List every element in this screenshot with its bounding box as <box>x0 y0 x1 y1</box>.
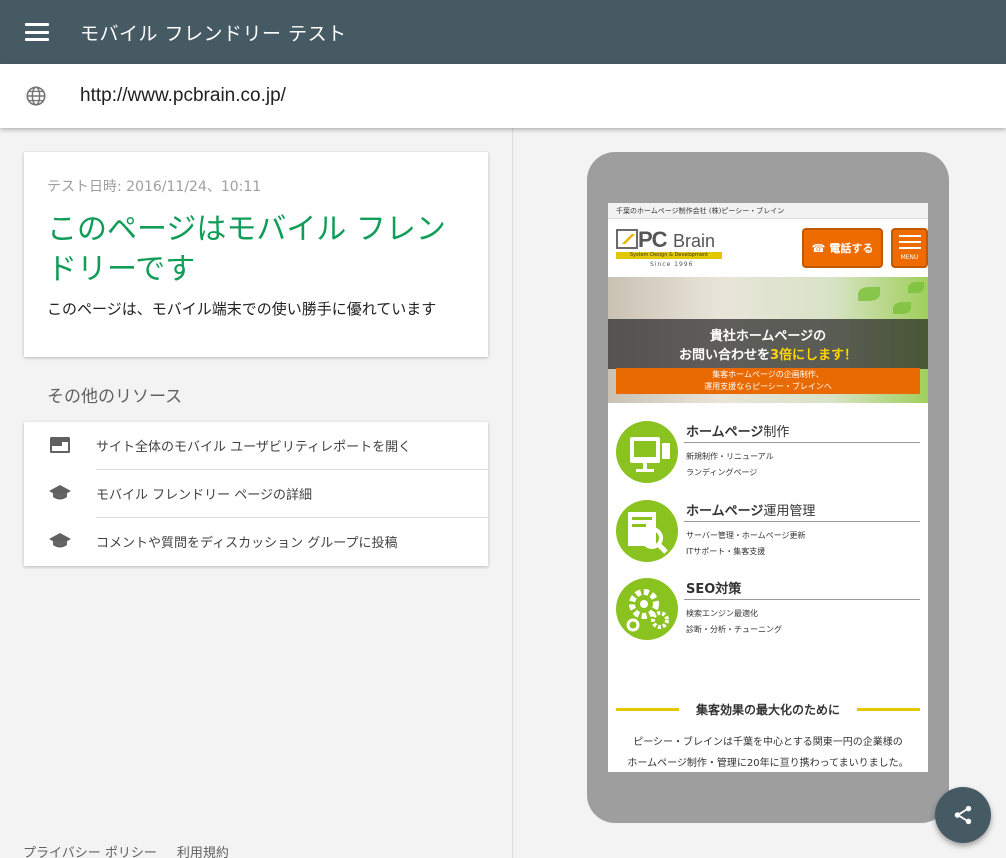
url-bar: http://www.pcbrain.co.jp/ <box>0 64 1006 128</box>
school-icon <box>49 533 71 548</box>
service-detail: 診断・分析・チューニング <box>686 625 782 634</box>
terms-link[interactable]: 利用規約 <box>177 842 229 858</box>
service-detail: 新規制作・リニューアル <box>686 452 774 461</box>
phone-icon: ☎ <box>811 241 826 255</box>
intro-paragraph-line1: ピーシー・ブレインは千葉を中心とする関東一円の企業様の <box>633 737 903 748</box>
intro-paragraph-line2: ホームページ制作・管理に20年に亘り携わってまいりました。 <box>627 758 909 769</box>
logo-brain: Brain <box>673 231 716 251</box>
verdict-description: このページは、モバイル端末での使い勝手に優れています <box>47 300 437 318</box>
call-button: ☎ 電話する <box>802 228 883 268</box>
menu-icon[interactable] <box>25 23 49 41</box>
document-search-icon <box>616 500 678 562</box>
section-heading: 集客効果の最大化のために <box>616 701 920 717</box>
result-card: テスト日時: 2016/11/24、10:11 このページはモバイル フレンドリ… <box>24 152 488 357</box>
app-bar: モバイル フレンドリー テスト <box>0 0 1006 64</box>
results-panel: テスト日時: 2016/11/24、10:11 このページはモバイル フレンドリ… <box>0 128 512 858</box>
service-item: ホームページ運用管理 サーバー管理・ホームページ更新 ITサポート・集客支援 <box>608 494 928 564</box>
service-detail: ITサポート・集客支援 <box>686 547 766 556</box>
service-title: SEO対策 <box>686 582 742 597</box>
resource-label: モバイル フレンドリー ページの詳細 <box>96 488 313 503</box>
resources-card: サイト全体のモバイル ユーザビリティレポートを開く モバイル フレンドリー ペー… <box>24 422 488 566</box>
logo-pc: PC <box>638 227 668 252</box>
web-report-icon <box>50 437 70 453</box>
resource-usability-report[interactable]: サイト全体のモバイル ユーザビリティレポートを開く <box>24 422 488 470</box>
test-date: テスト日時: 2016/11/24、10:11 <box>47 179 262 195</box>
hero-line1: 貴社ホームページの <box>709 329 827 344</box>
hero-banner: 貴社ホームページの お問い合わせを3倍にします！ 集客ホームページの企画制作、 … <box>608 277 928 403</box>
hero-cta-banner: 集客ホームページの企画制作、 運用支援ならピーシー・ブレインへ <box>616 368 920 394</box>
panel-divider <box>512 128 513 858</box>
service-detail: ランディングページ <box>686 468 758 477</box>
monitor-icon <box>616 421 678 483</box>
privacy-policy-link[interactable]: プライバシー ポリシー <box>23 842 157 858</box>
gears-icon <box>616 578 678 640</box>
logo-tagline: System Design & Development <box>616 252 722 259</box>
site-logo: PC Brain System Design & Development Sin… <box>616 227 724 271</box>
service-item: ホームページ制作 新規制作・リニューアル ランディングページ <box>608 415 928 485</box>
hero-line2: お問い合わせを3倍にします！ <box>678 348 858 363</box>
verdict-heading: このページはモバイル フレンドリーです <box>47 212 446 287</box>
site-header: PC Brain System Design & Development Sin… <box>608 219 928 277</box>
globe-icon <box>26 86 46 106</box>
service-title: ホームページ運用管理 <box>686 504 816 519</box>
site-menu-label: MENU <box>900 254 919 261</box>
service-detail: サーバー管理・ホームページ更新 <box>686 531 806 540</box>
call-button-label: 電話する <box>829 242 874 255</box>
app-title: モバイル フレンドリー テスト <box>80 22 347 45</box>
resource-label: サイト全体のモバイル ユーザビリティレポートを開く <box>96 440 412 455</box>
service-detail: 検索エンジン最適化 <box>686 609 758 618</box>
service-title: ホームページ制作 <box>686 425 790 440</box>
tested-url[interactable]: http://www.pcbrain.co.jp/ <box>80 85 286 107</box>
share-icon <box>954 805 972 825</box>
site-topline: 千葉のホームページ制作会社 (株)ピーシー・ブレイン <box>608 203 928 219</box>
site-menu-button: MENU <box>891 228 928 268</box>
resource-label: コメントや質問をディスカッション グループに投稿 <box>96 536 398 551</box>
footer: プライバシー ポリシー 利用規約 <box>23 842 229 858</box>
service-item: SEO対策 検索エンジン最適化 診断・分析・チューニング <box>608 572 928 642</box>
page-screenshot[interactable]: 千葉のホームページ制作会社 (株)ピーシー・ブレイン PC Brain Syst… <box>608 203 928 772</box>
phone-preview: 千葉のホームページ制作会社 (株)ピーシー・ブレイン PC Brain Syst… <box>587 152 949 823</box>
resource-mobile-friendly-details[interactable]: モバイル フレンドリー ページの詳細 <box>24 470 488 518</box>
share-button[interactable] <box>935 787 991 843</box>
school-icon <box>49 485 71 500</box>
resources-title: その他のリソース <box>47 387 183 407</box>
logo-since: Since 1996 <box>650 261 694 268</box>
logo-mark <box>616 229 638 249</box>
resource-discussion-group[interactable]: コメントや質問をディスカッション グループに投稿 <box>24 518 488 566</box>
